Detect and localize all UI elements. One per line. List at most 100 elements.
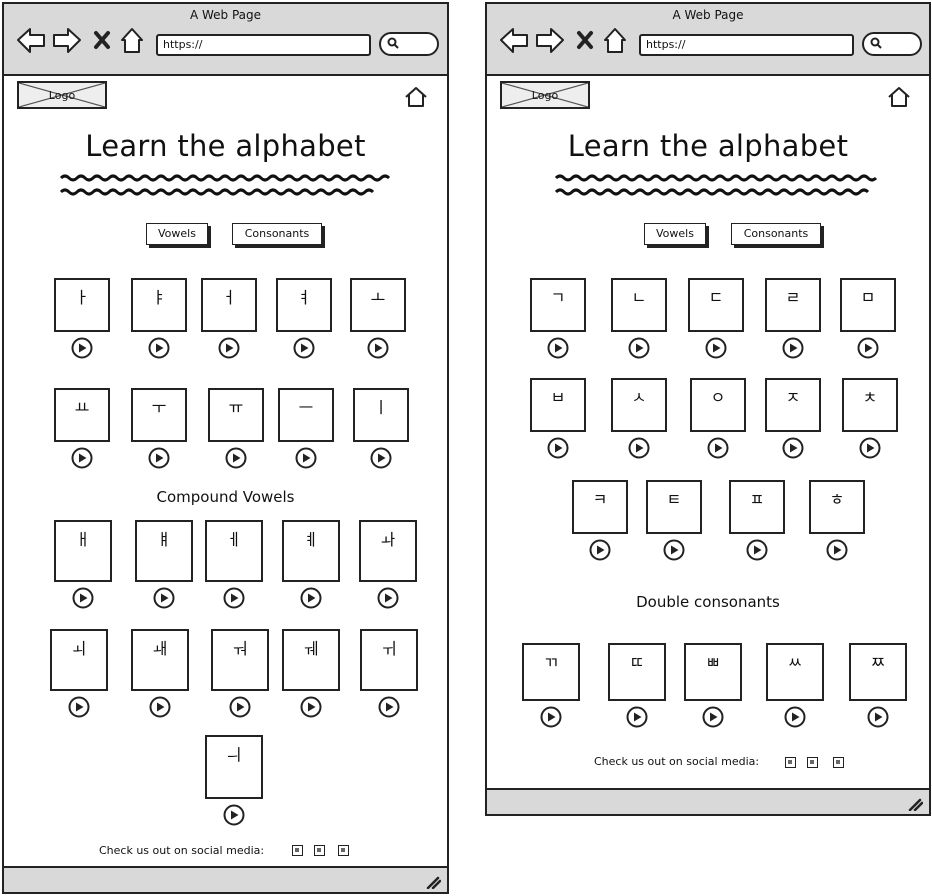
play-icon[interactable] (547, 337, 569, 359)
play-icon[interactable] (293, 337, 315, 359)
letter-card[interactable]: ㅙ (131, 629, 189, 691)
letter-card[interactable]: ㅋ (572, 480, 628, 534)
letter-card[interactable]: ㄹ (765, 278, 821, 332)
letter-card[interactable]: ㅉ (849, 643, 907, 701)
letter-card[interactable]: ㅐ (54, 520, 112, 582)
address-bar[interactable]: https:// (639, 34, 854, 56)
consonants-button[interactable]: Consonants (731, 223, 821, 245)
resize-grip-icon[interactable] (425, 875, 441, 889)
play-icon[interactable] (377, 587, 399, 609)
play-icon[interactable] (628, 437, 650, 459)
play-icon[interactable] (71, 337, 93, 359)
play-icon[interactable] (153, 587, 175, 609)
forward-arrow-icon[interactable] (536, 28, 564, 53)
play-icon[interactable] (72, 587, 94, 609)
play-icon[interactable] (589, 539, 611, 561)
home-icon[interactable] (887, 86, 911, 108)
play-icon[interactable] (702, 706, 724, 728)
letter-card[interactable]: ㅒ (135, 520, 193, 582)
letter-card[interactable]: ㅓ (201, 278, 257, 332)
letter-card[interactable]: ㅂ (530, 378, 586, 432)
consonants-button[interactable]: Consonants (232, 223, 322, 245)
back-arrow-icon[interactable] (500, 28, 528, 53)
play-icon[interactable] (148, 447, 170, 469)
play-icon[interactable] (218, 337, 240, 359)
resize-grip-icon[interactable] (907, 797, 923, 811)
play-icon[interactable] (223, 587, 245, 609)
play-icon[interactable] (857, 337, 879, 359)
letter-card[interactable]: ㅔ (205, 520, 263, 582)
letter-card[interactable]: ㄱ (530, 278, 586, 332)
play-icon[interactable] (628, 337, 650, 359)
play-icon[interactable] (859, 437, 881, 459)
home-icon[interactable] (604, 28, 626, 53)
letter-card[interactable]: ㄲ (522, 643, 580, 701)
letter-card[interactable]: ㅎ (809, 480, 865, 534)
site-logo[interactable]: Logo (17, 81, 107, 109)
letter-card[interactable]: ㅈ (765, 378, 821, 432)
letter-card[interactable]: ㅌ (646, 480, 702, 534)
letter-card[interactable]: ㅟ (360, 629, 418, 691)
play-icon[interactable] (707, 437, 729, 459)
letter-card[interactable]: ㅖ (282, 520, 340, 582)
letter-card[interactable]: ㅃ (684, 643, 742, 701)
letter-card[interactable]: ㅣ (353, 388, 409, 442)
letter-card[interactable]: ㅑ (131, 278, 187, 332)
home-icon[interactable] (404, 86, 428, 108)
address-bar[interactable]: https:// (156, 34, 371, 56)
back-arrow-icon[interactable] (17, 28, 45, 53)
play-icon[interactable] (225, 447, 247, 469)
letter-card[interactable]: ㅕ (276, 278, 332, 332)
letter-card[interactable]: ㄴ (611, 278, 667, 332)
letter-card[interactable]: ㅢ (205, 735, 263, 799)
letter-card[interactable]: ㅊ (842, 378, 898, 432)
play-icon[interactable] (626, 706, 648, 728)
letter-card[interactable]: ㅁ (840, 278, 896, 332)
play-icon[interactable] (149, 696, 171, 718)
play-icon[interactable] (746, 539, 768, 561)
play-icon[interactable] (547, 437, 569, 459)
search-box[interactable] (862, 32, 922, 56)
play-icon[interactable] (295, 447, 317, 469)
letter-card[interactable]: ㅗ (350, 278, 406, 332)
play-icon[interactable] (705, 337, 727, 359)
letter-card[interactable]: ㄷ (688, 278, 744, 332)
play-icon[interactable] (229, 696, 251, 718)
letter-card[interactable]: ㄸ (608, 643, 666, 701)
play-icon[interactable] (300, 587, 322, 609)
play-icon[interactable] (540, 706, 562, 728)
social-icon[interactable] (833, 757, 844, 768)
vowels-button[interactable]: Vowels (644, 223, 706, 245)
social-icon[interactable] (314, 845, 325, 856)
letter-card[interactable]: ㅞ (282, 629, 340, 691)
forward-arrow-icon[interactable] (53, 28, 81, 53)
site-logo[interactable]: Logo (500, 81, 590, 109)
letter-card[interactable]: ㅘ (359, 520, 417, 582)
play-icon[interactable] (367, 337, 389, 359)
close-icon[interactable] (577, 31, 593, 49)
social-icon[interactable] (292, 845, 303, 856)
social-icon[interactable] (807, 757, 818, 768)
letter-card[interactable]: ㅜ (131, 388, 187, 442)
play-icon[interactable] (784, 706, 806, 728)
home-icon[interactable] (121, 28, 143, 53)
letter-card[interactable]: ㅅ (611, 378, 667, 432)
social-icon[interactable] (785, 757, 796, 768)
letter-card[interactable]: ㅚ (50, 629, 108, 691)
letter-card[interactable]: ㅏ (54, 278, 110, 332)
letter-card[interactable]: ㅍ (729, 480, 785, 534)
search-box[interactable] (379, 32, 439, 56)
letter-card[interactable]: ㅡ (278, 388, 334, 442)
play-icon[interactable] (370, 447, 392, 469)
play-icon[interactable] (782, 337, 804, 359)
vowels-button[interactable]: Vowels (146, 223, 208, 245)
letter-card[interactable]: ㅠ (208, 388, 264, 442)
play-icon[interactable] (68, 696, 90, 718)
play-icon[interactable] (663, 539, 685, 561)
play-icon[interactable] (378, 696, 400, 718)
letter-card[interactable]: ㅝ (211, 629, 269, 691)
play-icon[interactable] (71, 447, 93, 469)
letter-card[interactable]: ㅆ (766, 643, 824, 701)
letter-card[interactable]: ㅇ (690, 378, 746, 432)
close-icon[interactable] (94, 31, 110, 49)
